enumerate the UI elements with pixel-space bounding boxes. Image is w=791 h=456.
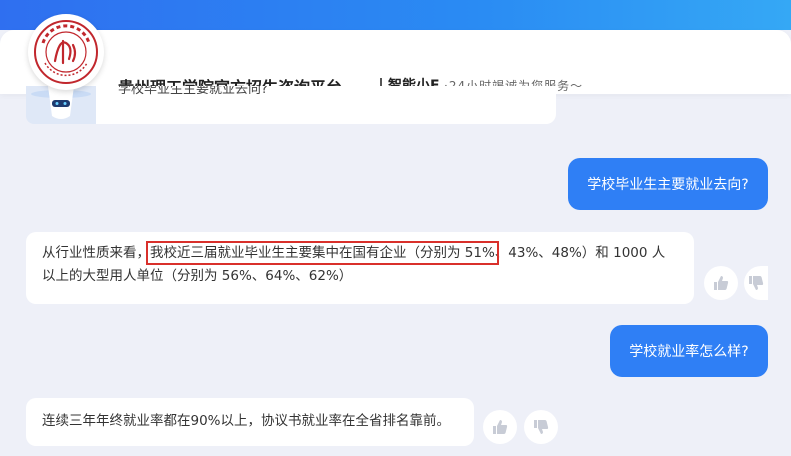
bot-message-line1: 从行业性质来看，我校近三届就业毕业生主要集中在国有企业（分别为 51%、43%、… [42, 241, 678, 265]
bot-message-rest: 、43%、48%）和 1000 人 [494, 245, 666, 261]
bot-message: 从行业性质来看，我校近三届就业毕业生主要集中在国有企业（分别为 51%、43%、… [26, 232, 694, 304]
thumbs-down-button[interactable] [744, 266, 768, 300]
highlighted-answer: 我校近三届就业毕业生主要集中在国有企业（分别为 51% [146, 241, 499, 265]
bot-message-prefix: 从行业性质来看， [42, 245, 150, 261]
thumbs-up-button[interactable] [704, 266, 738, 300]
thumbs-up-button[interactable] [483, 410, 517, 444]
university-seal-icon [34, 20, 98, 84]
user-message: 学校毕业生主要就业去向? [568, 158, 768, 210]
robot-icon [31, 86, 91, 119]
bot-avatar [26, 86, 96, 124]
thumbs-up-icon [493, 420, 508, 434]
thumbs-down-button[interactable] [524, 410, 558, 444]
top-gradient-bar [0, 0, 791, 30]
chat-header: 贵州理工学院官方招生咨询平台 智能小E ·24小时竭诚为您服务～ [0, 30, 791, 97]
user-message: 学校就业率怎么样? [610, 325, 768, 377]
bot-message-line2: 以上的大型用人单位（分别为 56%、64%、62%） [42, 268, 353, 284]
thumbs-down-icon [534, 420, 549, 434]
university-logo [28, 14, 104, 90]
bot-message: 连续三年年终就业率都在90%以上，协议书就业率在全省排名靠前。 [26, 398, 474, 446]
thumbs-up-icon [714, 276, 729, 290]
thumbs-down-icon [749, 276, 764, 290]
previous-bot-message: 学校毕业生主要就业去向? [96, 86, 556, 124]
previous-bot-text: 学校毕业生主要就业去向? [118, 86, 268, 97]
